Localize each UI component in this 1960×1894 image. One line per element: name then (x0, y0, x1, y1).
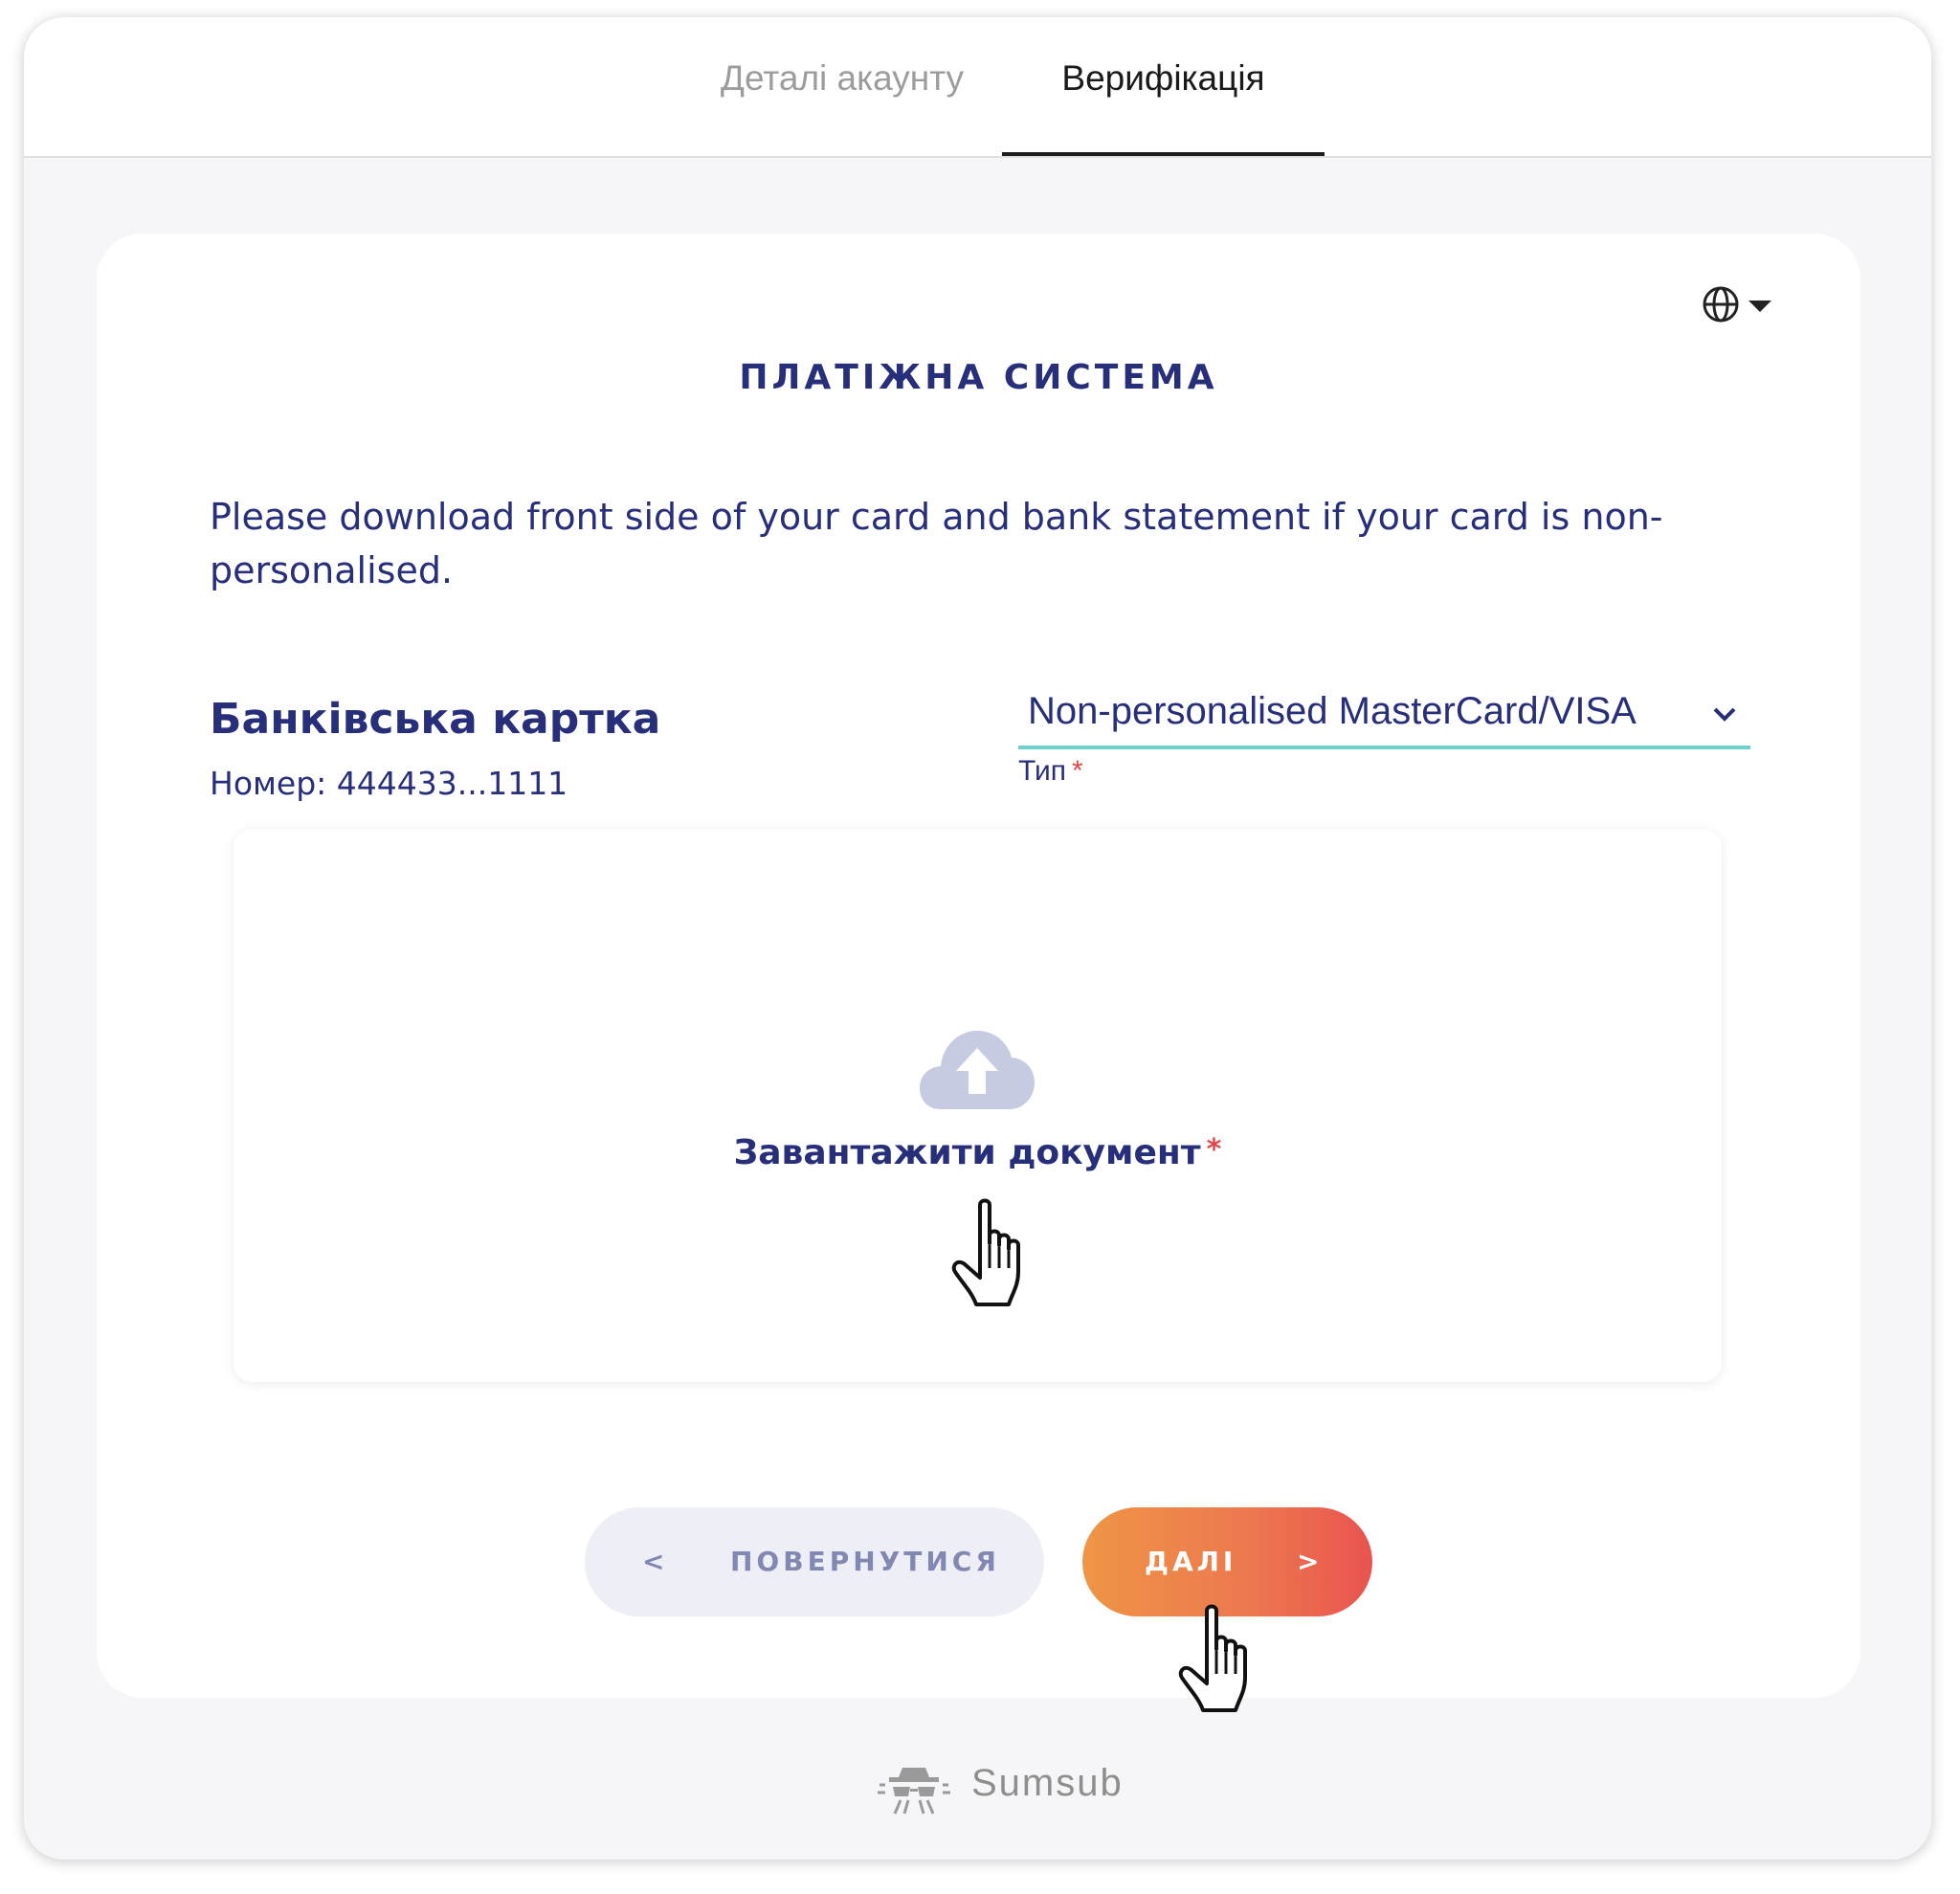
verification-card: ПЛАТІЖНА СИСТЕМА Please download front s… (97, 234, 1860, 1698)
cloud-upload-icon (920, 1027, 1035, 1118)
card-type-label-text: Тип (1018, 755, 1067, 787)
hand-pointer-icon (951, 1197, 1043, 1317)
tab-bar: Деталі акаунту Верифікація (24, 17, 1931, 158)
next-button[interactable]: ДАЛІ > (1082, 1507, 1372, 1616)
back-button-label: ПОВЕРНУТИСЯ (730, 1546, 1000, 1577)
hand-pointer-icon (1178, 1603, 1270, 1723)
required-marker: * (1206, 1133, 1222, 1167)
language-selector[interactable] (1700, 281, 1776, 329)
content-area: ПЛАТІЖНА СИСТЕМА Please download front s… (24, 158, 1931, 1860)
next-button-label: ДАЛІ (1145, 1546, 1237, 1577)
brand-name: Sumsub (971, 1762, 1124, 1804)
chevron-down-icon (1712, 705, 1737, 727)
bank-card-title: Банківська картка (210, 695, 661, 744)
upload-dropzone[interactable]: Завантажити документ * (234, 829, 1722, 1382)
active-tab-indicator (1002, 152, 1325, 156)
card-type-select[interactable]: Non-personalised MasterCard/VISA (1018, 688, 1750, 749)
bank-card-number: Номер: 444433...1111 (210, 765, 568, 802)
required-marker: * (1072, 755, 1083, 787)
upload-label: Завантажити документ * (234, 1133, 1722, 1172)
chevron-right-icon: > (1297, 1546, 1320, 1577)
chevron-left-icon: < (642, 1546, 665, 1577)
instruction-text: Please download front side of your card … (210, 496, 1663, 591)
section-title: ПЛАТІЖНА СИСТЕМА (739, 358, 1218, 397)
card-type-value: Non-personalised MasterCard/VISA (1028, 690, 1637, 732)
tab-account-details[interactable]: Деталі акаунту (684, 56, 1000, 101)
tab-verification[interactable]: Верифікація (1002, 56, 1325, 101)
sumsub-logo-icon (876, 1764, 952, 1822)
sumsub-brand: Sumsub (847, 1754, 1249, 1821)
card-type-label: Тип * (1018, 755, 1083, 788)
verification-window: Деталі акаунту Верифікація ПЛАТІЖНА СИСТ… (24, 17, 1931, 1860)
upload-label-text: Завантажити документ (733, 1133, 1201, 1172)
back-button[interactable]: < ПОВЕРНУТИСЯ (585, 1507, 1044, 1616)
